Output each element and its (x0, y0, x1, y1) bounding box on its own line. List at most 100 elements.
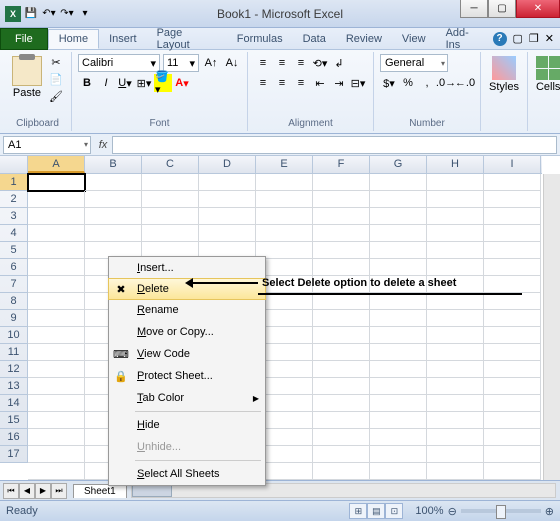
row-header[interactable]: 16 (0, 429, 28, 446)
cell[interactable] (85, 208, 142, 225)
cell[interactable] (256, 225, 313, 242)
cell[interactable] (484, 378, 541, 395)
row-header[interactable]: 6 (0, 259, 28, 276)
cell[interactable] (142, 208, 199, 225)
italic-button[interactable]: I (97, 74, 115, 92)
cell[interactable] (313, 242, 370, 259)
decrease-font-icon[interactable]: A↓ (223, 54, 241, 72)
cell[interactable] (28, 344, 85, 361)
file-tab[interactable]: File (0, 28, 48, 50)
cell[interactable] (28, 429, 85, 446)
cell[interactable] (28, 446, 85, 463)
minimize-button[interactable]: ─ (460, 0, 488, 18)
zoom-slider[interactable] (461, 509, 541, 513)
ctx-insert[interactable]: Insert... (109, 257, 265, 279)
cell[interactable] (427, 344, 484, 361)
cell[interactable] (484, 225, 541, 242)
cell[interactable] (427, 242, 484, 259)
cell[interactable] (313, 174, 370, 191)
row-header[interactable]: 11 (0, 344, 28, 361)
row-header[interactable]: 8 (0, 293, 28, 310)
dec-decimal-icon[interactable]: ←.0 (456, 74, 474, 92)
tab-data[interactable]: Data (293, 30, 336, 48)
cell[interactable] (313, 344, 370, 361)
cell[interactable] (313, 463, 370, 480)
cell[interactable] (427, 174, 484, 191)
cell[interactable] (28, 174, 85, 191)
cell[interactable] (484, 174, 541, 191)
cell[interactable] (427, 293, 484, 310)
maximize-button[interactable]: ▢ (488, 0, 516, 18)
ctx-protect-sheet[interactable]: 🔒Protect Sheet... (109, 365, 265, 387)
cell[interactable] (427, 395, 484, 412)
ctx-view-code[interactable]: ⌨View Code (109, 343, 265, 365)
cell[interactable] (142, 174, 199, 191)
cell[interactable] (484, 259, 541, 276)
cell[interactable] (28, 412, 85, 429)
border-button[interactable]: ⊞▾ (135, 74, 153, 92)
redo-icon[interactable]: ↷▾ (59, 6, 75, 22)
ctx-tab-color[interactable]: Tab Color▶ (109, 387, 265, 409)
qat-dropdown-icon[interactable]: ▾ (77, 6, 93, 22)
cell[interactable] (370, 174, 427, 191)
cell[interactable] (199, 225, 256, 242)
bold-button[interactable]: B (78, 74, 96, 92)
row-header[interactable]: 4 (0, 225, 28, 242)
cell[interactable] (370, 191, 427, 208)
cell[interactable] (370, 344, 427, 361)
cell[interactable] (427, 378, 484, 395)
cell[interactable] (484, 293, 541, 310)
cell[interactable] (85, 225, 142, 242)
col-header[interactable]: C (142, 156, 199, 173)
align-left-icon[interactable]: ≡ (254, 74, 272, 92)
tab-nav-next[interactable]: ▶ (35, 483, 51, 499)
ctx-rename[interactable]: Rename (109, 299, 265, 321)
cell[interactable] (313, 191, 370, 208)
select-all-corner[interactable] (0, 156, 28, 173)
increase-font-icon[interactable]: A↑ (202, 54, 220, 72)
cell[interactable] (484, 208, 541, 225)
cell[interactable] (370, 208, 427, 225)
cell[interactable] (370, 395, 427, 412)
cell[interactable] (313, 225, 370, 242)
cell[interactable] (313, 327, 370, 344)
minimize-ribbon-icon[interactable]: ▢ (513, 32, 523, 45)
cell[interactable] (370, 446, 427, 463)
col-header[interactable]: A (28, 156, 85, 173)
cell[interactable] (28, 259, 85, 276)
cell[interactable] (427, 191, 484, 208)
indent-dec-icon[interactable]: ⇤ (311, 74, 329, 92)
cell[interactable] (484, 276, 541, 293)
cell[interactable] (28, 208, 85, 225)
cell[interactable] (199, 208, 256, 225)
cell[interactable] (256, 174, 313, 191)
cell[interactable] (370, 310, 427, 327)
tab-review[interactable]: Review (336, 30, 392, 48)
cell[interactable] (484, 395, 541, 412)
col-header[interactable]: H (427, 156, 484, 173)
ctx-hide[interactable]: Hide (109, 414, 265, 436)
cell[interactable] (313, 395, 370, 412)
cell[interactable] (484, 191, 541, 208)
col-header[interactable]: G (370, 156, 427, 173)
row-header[interactable]: 1 (0, 174, 28, 191)
cell[interactable] (370, 327, 427, 344)
page-break-view-icon[interactable]: ⊡ (385, 503, 403, 519)
cell[interactable] (370, 293, 427, 310)
underline-button[interactable]: U▾ (116, 74, 134, 92)
cell[interactable] (484, 463, 541, 480)
doc-restore-icon[interactable]: ❐ (529, 32, 539, 45)
tab-page-layout[interactable]: Page Layout (147, 24, 227, 54)
tab-nav-prev[interactable]: ◀ (19, 483, 35, 499)
cell[interactable] (484, 446, 541, 463)
merge-icon[interactable]: ⊟▾ (349, 74, 367, 92)
cell[interactable] (427, 429, 484, 446)
format-painter-icon[interactable]: 🖌 (47, 88, 65, 104)
cell[interactable] (427, 446, 484, 463)
cell[interactable] (28, 395, 85, 412)
close-button[interactable]: ✕ (516, 0, 560, 18)
cell[interactable] (313, 429, 370, 446)
doc-close-icon[interactable]: ✕ (545, 32, 554, 45)
row-header[interactable]: 5 (0, 242, 28, 259)
row-header[interactable]: 7 (0, 276, 28, 293)
